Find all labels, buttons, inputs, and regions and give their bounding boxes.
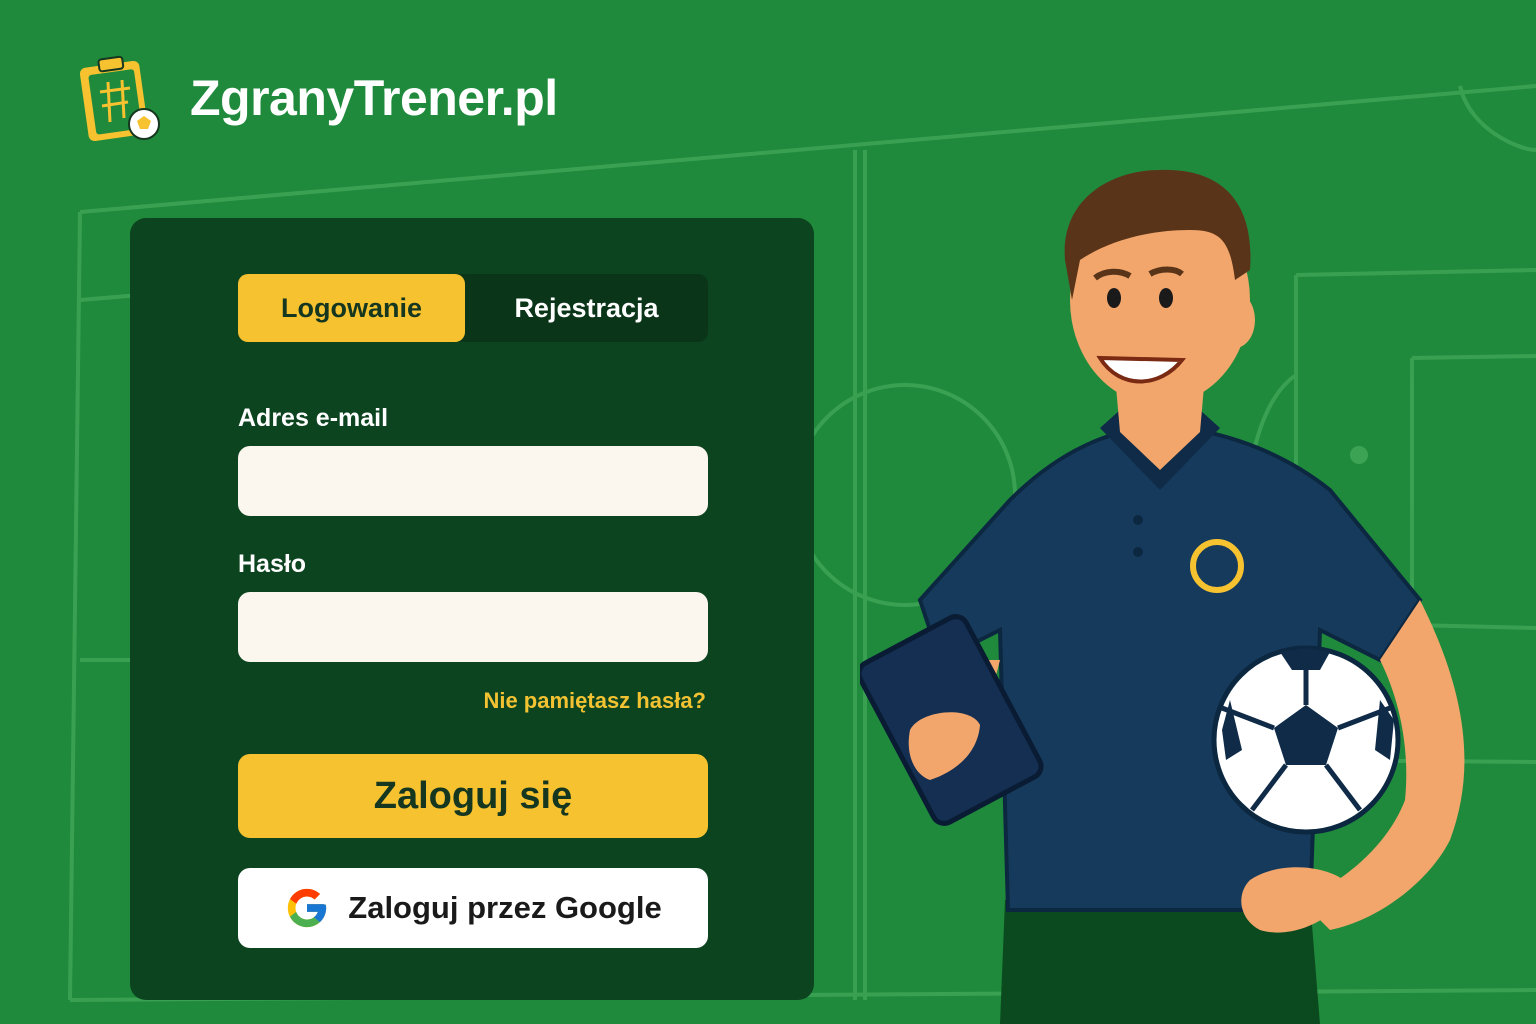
google-icon <box>288 888 327 928</box>
brand-logo[interactable]: ZgranyTrener.pl <box>78 52 558 144</box>
brand-name: ZgranyTrener.pl <box>190 70 558 126</box>
tab-register[interactable]: Rejestracja <box>465 274 708 342</box>
login-button[interactable]: Zaloguj się <box>238 754 708 838</box>
tab-login[interactable]: Logowanie <box>238 274 465 342</box>
google-button-label: Zaloguj przez Google <box>348 890 662 925</box>
email-label: Adres e-mail <box>238 404 389 432</box>
auth-tabs: Logowanie Rejestracja <box>238 274 708 342</box>
tactics-clipboard-icon <box>79 55 160 142</box>
email-field[interactable] <box>238 446 708 516</box>
password-label: Hasło <box>238 550 307 578</box>
google-login-button[interactable]: Zaloguj przez Google <box>238 868 708 948</box>
coach-illustration <box>860 169 1465 1024</box>
password-field[interactable] <box>238 592 708 662</box>
soccer-ball-icon <box>1211 645 1401 835</box>
forgot-password-link[interactable]: Nie pamiętasz hasła? <box>483 688 706 714</box>
login-card: Logowanie Rejestracja Adres e-mail Hasło… <box>130 218 814 1000</box>
